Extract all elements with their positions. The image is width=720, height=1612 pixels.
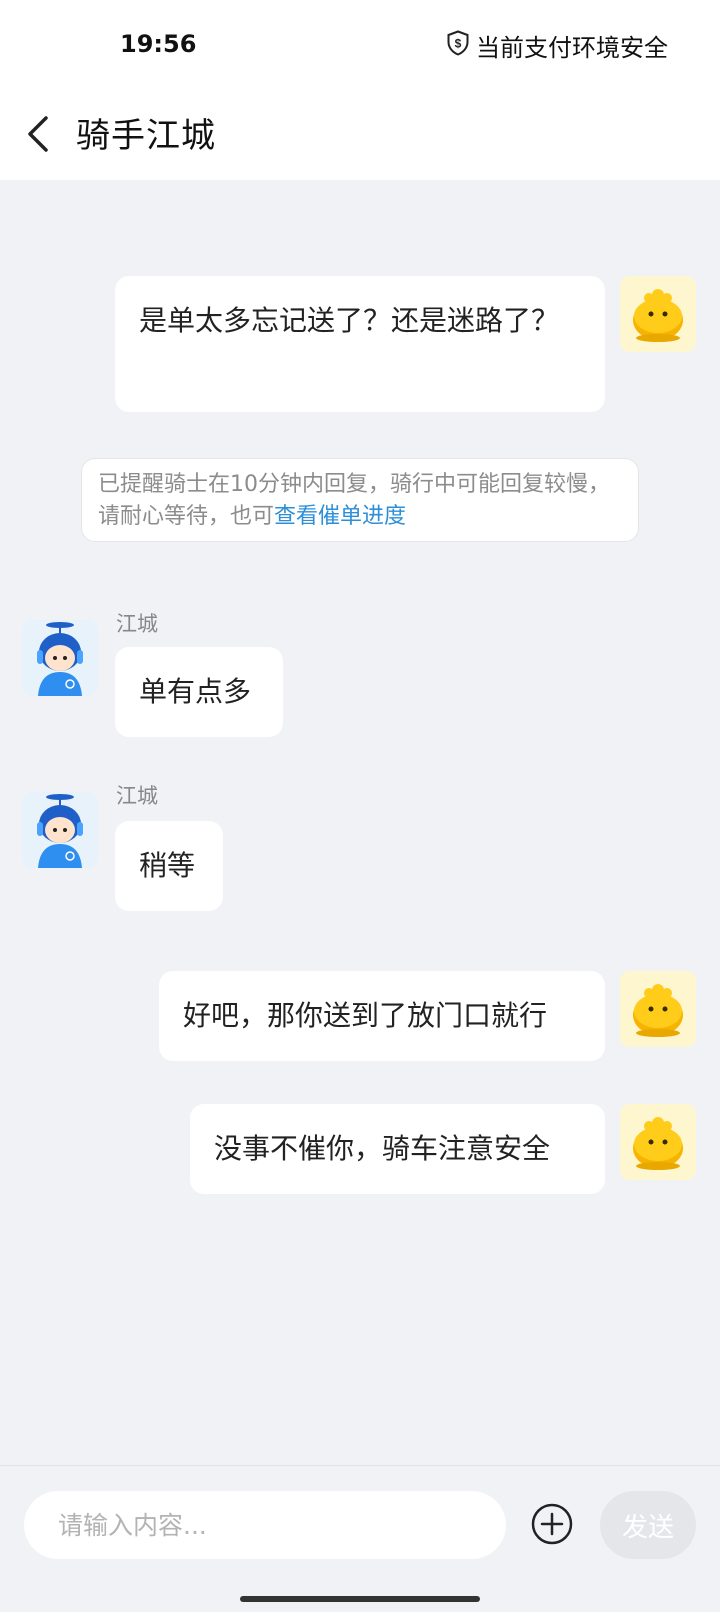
- page-title: 骑手江城: [76, 116, 216, 156]
- message-text: 单有点多: [139, 675, 252, 708]
- add-attachment-button[interactable]: [530, 1502, 574, 1546]
- status-time: 19:56: [120, 30, 197, 58]
- rider-avatar[interactable]: [22, 792, 98, 868]
- send-button[interactable]: 发送: [600, 1491, 696, 1559]
- message-bubble-user: 好吧，那你送到了放门口就行: [159, 971, 605, 1061]
- chevron-left-icon: [28, 116, 48, 152]
- security-text: 当前支付环境安全: [476, 34, 668, 62]
- rider-name: 江城: [116, 612, 158, 636]
- message-input[interactable]: [24, 1491, 506, 1559]
- message-bubble-rider: 稍等: [115, 821, 223, 911]
- chat-message-list[interactable]: 是单太多忘记送了？还是迷路了？ 已提醒骑士在10分钟内回复，骑行中可能回复较慢，…: [0, 180, 720, 1465]
- back-button[interactable]: [20, 110, 64, 158]
- message-text: 好吧，那你送到了放门口就行: [183, 999, 548, 1032]
- svg-text:$: $: [455, 36, 462, 50]
- message-bubble-rider: 单有点多: [115, 647, 283, 737]
- plus-circle-icon: [531, 1503, 573, 1545]
- shield-dollar-icon: $: [446, 29, 470, 62]
- message-input-bar: 发送: [0, 1465, 720, 1584]
- rider-avatar[interactable]: [22, 620, 98, 696]
- user-avatar[interactable]: [620, 1104, 696, 1180]
- message-text: 是单太多忘记送了？还是迷路了？: [139, 304, 560, 337]
- rider-name: 江城: [116, 784, 158, 808]
- nav-bar: 骑手江城: [0, 88, 720, 180]
- message-bubble-user: 是单太多忘记送了？还是迷路了？: [115, 276, 605, 412]
- home-indicator[interactable]: [240, 1596, 480, 1602]
- user-avatar[interactable]: [620, 276, 696, 352]
- status-bar: 19:56 $ 当前支付环境安全: [0, 0, 720, 88]
- message-bubble-user: 没事不催你，骑车注意安全: [190, 1104, 605, 1194]
- user-avatar[interactable]: [620, 971, 696, 1047]
- message-text: 稍等: [139, 849, 196, 882]
- check-urge-progress-link[interactable]: 查看催单进度: [274, 504, 406, 529]
- reminder-notice: 已提醒骑士在10分钟内回复，骑行中可能回复较慢，请耐心等待，也可查看催单进度: [81, 458, 639, 542]
- payment-security-indicator: $ 当前支付环境安全: [446, 28, 668, 63]
- message-text: 没事不催你，骑车注意安全: [214, 1132, 551, 1165]
